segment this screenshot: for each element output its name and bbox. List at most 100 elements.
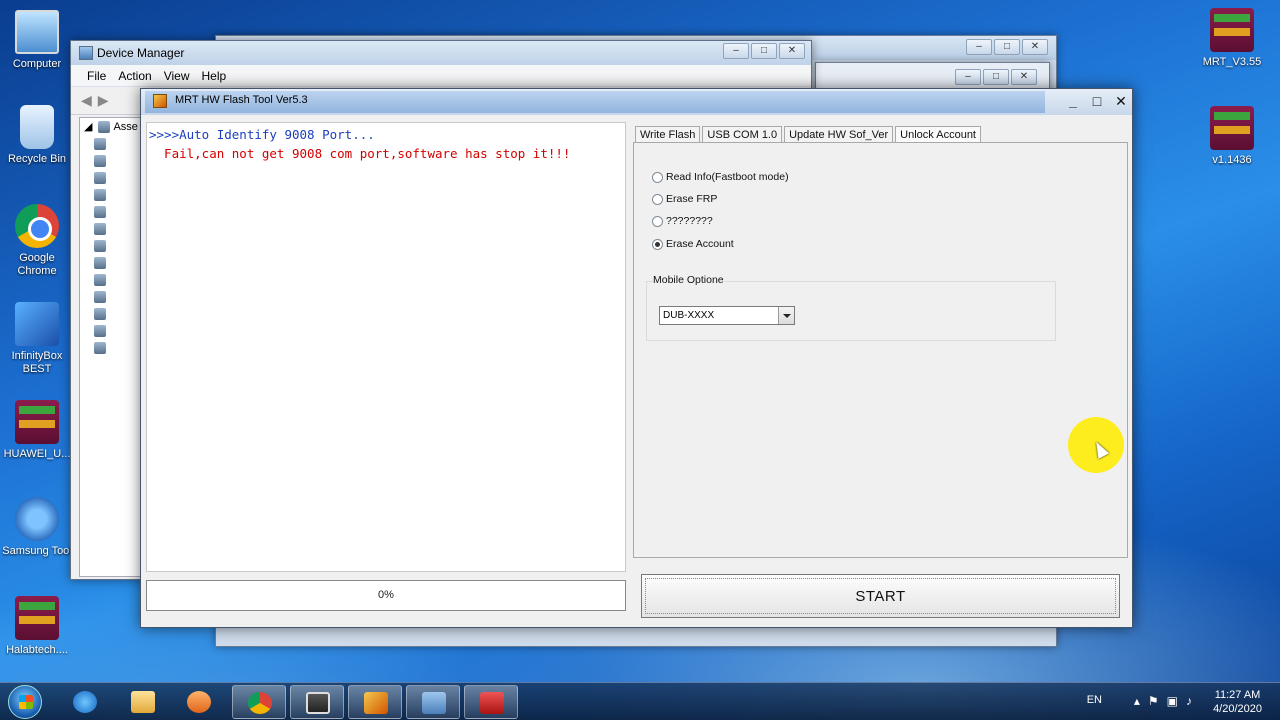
network-icon[interactable]: ▣ (1167, 694, 1178, 708)
log-error-line: Fail,can not get 9008 com port,software … (149, 146, 571, 161)
samsung-tool-icon (15, 497, 59, 541)
mrt-window[interactable]: MRT HW Flash Tool Ver5.3 _ □ ✕ >>>>Auto … (140, 88, 1133, 628)
progress-bar: 0% (146, 580, 626, 611)
expand-icon[interactable]: ◢ (84, 120, 92, 133)
tree-node[interactable] (80, 288, 142, 305)
mobile-option-group: Mobile Optione DUB-XXXX (646, 274, 1056, 341)
option-unknown[interactable]: ???????? (652, 215, 713, 227)
desktop-icon-huawei[interactable]: HUAWEI_U... (1, 400, 73, 461)
dropdown-arrow-icon[interactable] (778, 307, 794, 324)
mrt-titlebar[interactable]: MRT HW Flash Tool Ver5.3 _ □ ✕ (141, 89, 1132, 115)
taskbar-device-manager[interactable] (406, 685, 460, 719)
tab-unlock-account[interactable]: Unlock Account (895, 126, 981, 143)
tab-write-flash[interactable]: Write Flash (635, 126, 701, 143)
desktop-icon-v11436[interactable]: v1.1436 (1196, 106, 1268, 167)
internet-explorer-icon (73, 691, 97, 713)
tree-node[interactable] (80, 305, 142, 322)
tree-node[interactable] (80, 254, 142, 271)
tab-usb-com[interactable]: USB COM 1.0 (702, 126, 783, 143)
clock-time: 11:27 AM (1214, 689, 1261, 701)
tree-node[interactable] (80, 135, 142, 152)
option-erase-frp[interactable]: Erase FRP (652, 193, 717, 205)
maximize-button[interactable]: □ (1090, 93, 1104, 110)
device-manager-icon (422, 692, 446, 714)
taskbar-explorer[interactable] (116, 685, 170, 719)
action-center-flag-icon[interactable]: ⚑ (1148, 694, 1159, 708)
device-icon (94, 290, 106, 303)
unlock-account-panel: Read Info(Fastboot mode) Erase FRP ?????… (633, 142, 1128, 558)
volume-icon[interactable]: ♪ (1186, 694, 1192, 708)
desktop-icon-halabtech[interactable]: Halabtech.... (1, 596, 73, 657)
taskbar-ie[interactable] (58, 685, 112, 719)
winrar-icon (1210, 8, 1254, 52)
desktop-icon-infinitybox[interactable]: InfinityBox BEST (1, 302, 73, 376)
toolbox-icon (480, 692, 504, 714)
tree-node[interactable] (80, 203, 142, 220)
tree-node[interactable] (80, 237, 142, 254)
taskbar-media-player[interactable] (172, 685, 226, 719)
app-window-icon (306, 692, 330, 714)
taskbar-app[interactable] (290, 685, 344, 719)
show-hidden-icons-icon[interactable]: ▴ (1134, 694, 1140, 708)
taskbar: EN ▴ ⚑ ▣ ♪ 11:27 AM 4/20/2020 (0, 682, 1280, 720)
tree-node[interactable] (80, 152, 142, 169)
log-line: >>>>Auto Identify 9008 Port... (149, 127, 375, 142)
close-button[interactable]: ✕ (779, 43, 805, 59)
taskbar-chrome[interactable] (232, 685, 286, 719)
device-manager-menubar: File Action View Help (71, 65, 811, 87)
winrar-icon (1210, 106, 1254, 150)
language-indicator[interactable]: EN (1087, 694, 1102, 706)
tree-node[interactable] (80, 339, 142, 356)
log-output: >>>>Auto Identify 9008 Port... Fail,can … (146, 122, 626, 572)
close-button[interactable]: ✕ (1114, 93, 1128, 110)
device-manager-title: Device Manager (97, 46, 185, 60)
device-manager-icon (79, 46, 93, 60)
radio-button[interactable] (652, 193, 663, 205)
device-tree[interactable]: ◢ Asse (79, 117, 143, 577)
minimize-button[interactable]: – (723, 43, 749, 59)
device-icon (94, 205, 106, 218)
tree-node[interactable] (80, 271, 142, 288)
desktop-icon-chrome[interactable]: Google Chrome (1, 204, 73, 278)
taskbar-toolbox[interactable] (464, 685, 518, 719)
radio-button-selected[interactable] (652, 238, 663, 250)
mrt-title: MRT HW Flash Tool Ver5.3 (175, 94, 308, 106)
radio-button[interactable] (652, 215, 663, 227)
device-icon (94, 256, 106, 269)
winrar-icon (15, 400, 59, 444)
infinitybox-icon (15, 302, 59, 346)
desktop-icon-computer[interactable]: Computer (1, 10, 73, 71)
tree-node[interactable] (80, 169, 142, 186)
tree-node[interactable] (80, 186, 142, 203)
back-icon[interactable]: ◀ (81, 92, 92, 109)
device-icon (94, 188, 106, 201)
device-icon (94, 154, 106, 167)
menu-action[interactable]: Action (112, 69, 157, 83)
option-read-info[interactable]: Read Info(Fastboot mode) (652, 171, 789, 183)
recycle-bin-icon (20, 105, 54, 149)
forward-icon[interactable]: ▶ (98, 92, 109, 109)
radio-button[interactable] (652, 171, 663, 183)
desktop-icon-mrt-v355[interactable]: MRT_V3.55 (1196, 8, 1268, 69)
winrar-icon (15, 596, 59, 640)
tab-update-hw-sof-ver[interactable]: Update HW Sof_Ver (784, 126, 894, 143)
maximize-button[interactable]: □ (751, 43, 777, 59)
tree-root[interactable]: ◢ Asse (80, 118, 142, 135)
tree-node[interactable] (80, 220, 142, 237)
start-button[interactable]: START (641, 574, 1120, 618)
device-manager-titlebar[interactable]: Device Manager – □ ✕ (71, 41, 811, 65)
option-erase-account[interactable]: Erase Account (652, 238, 734, 250)
clock-date: 4/20/2020 (1213, 703, 1262, 715)
minimize-button[interactable]: _ (1066, 93, 1080, 110)
clock[interactable]: 11:27 AM 4/20/2020 (1213, 688, 1262, 716)
menu-view[interactable]: View (158, 69, 196, 83)
mobile-model-select[interactable]: DUB-XXXX (659, 306, 795, 325)
desktop-icon-samsung-tool[interactable]: Samsung Tool (1, 497, 73, 558)
menu-help[interactable]: Help (196, 69, 233, 83)
start-button-orb[interactable] (8, 685, 42, 719)
taskbar-mrt[interactable] (348, 685, 402, 719)
folder-icon (131, 691, 155, 713)
menu-file[interactable]: File (81, 69, 112, 83)
tree-node[interactable] (80, 322, 142, 339)
desktop-icon-recycle-bin[interactable]: Recycle Bin (1, 105, 73, 166)
